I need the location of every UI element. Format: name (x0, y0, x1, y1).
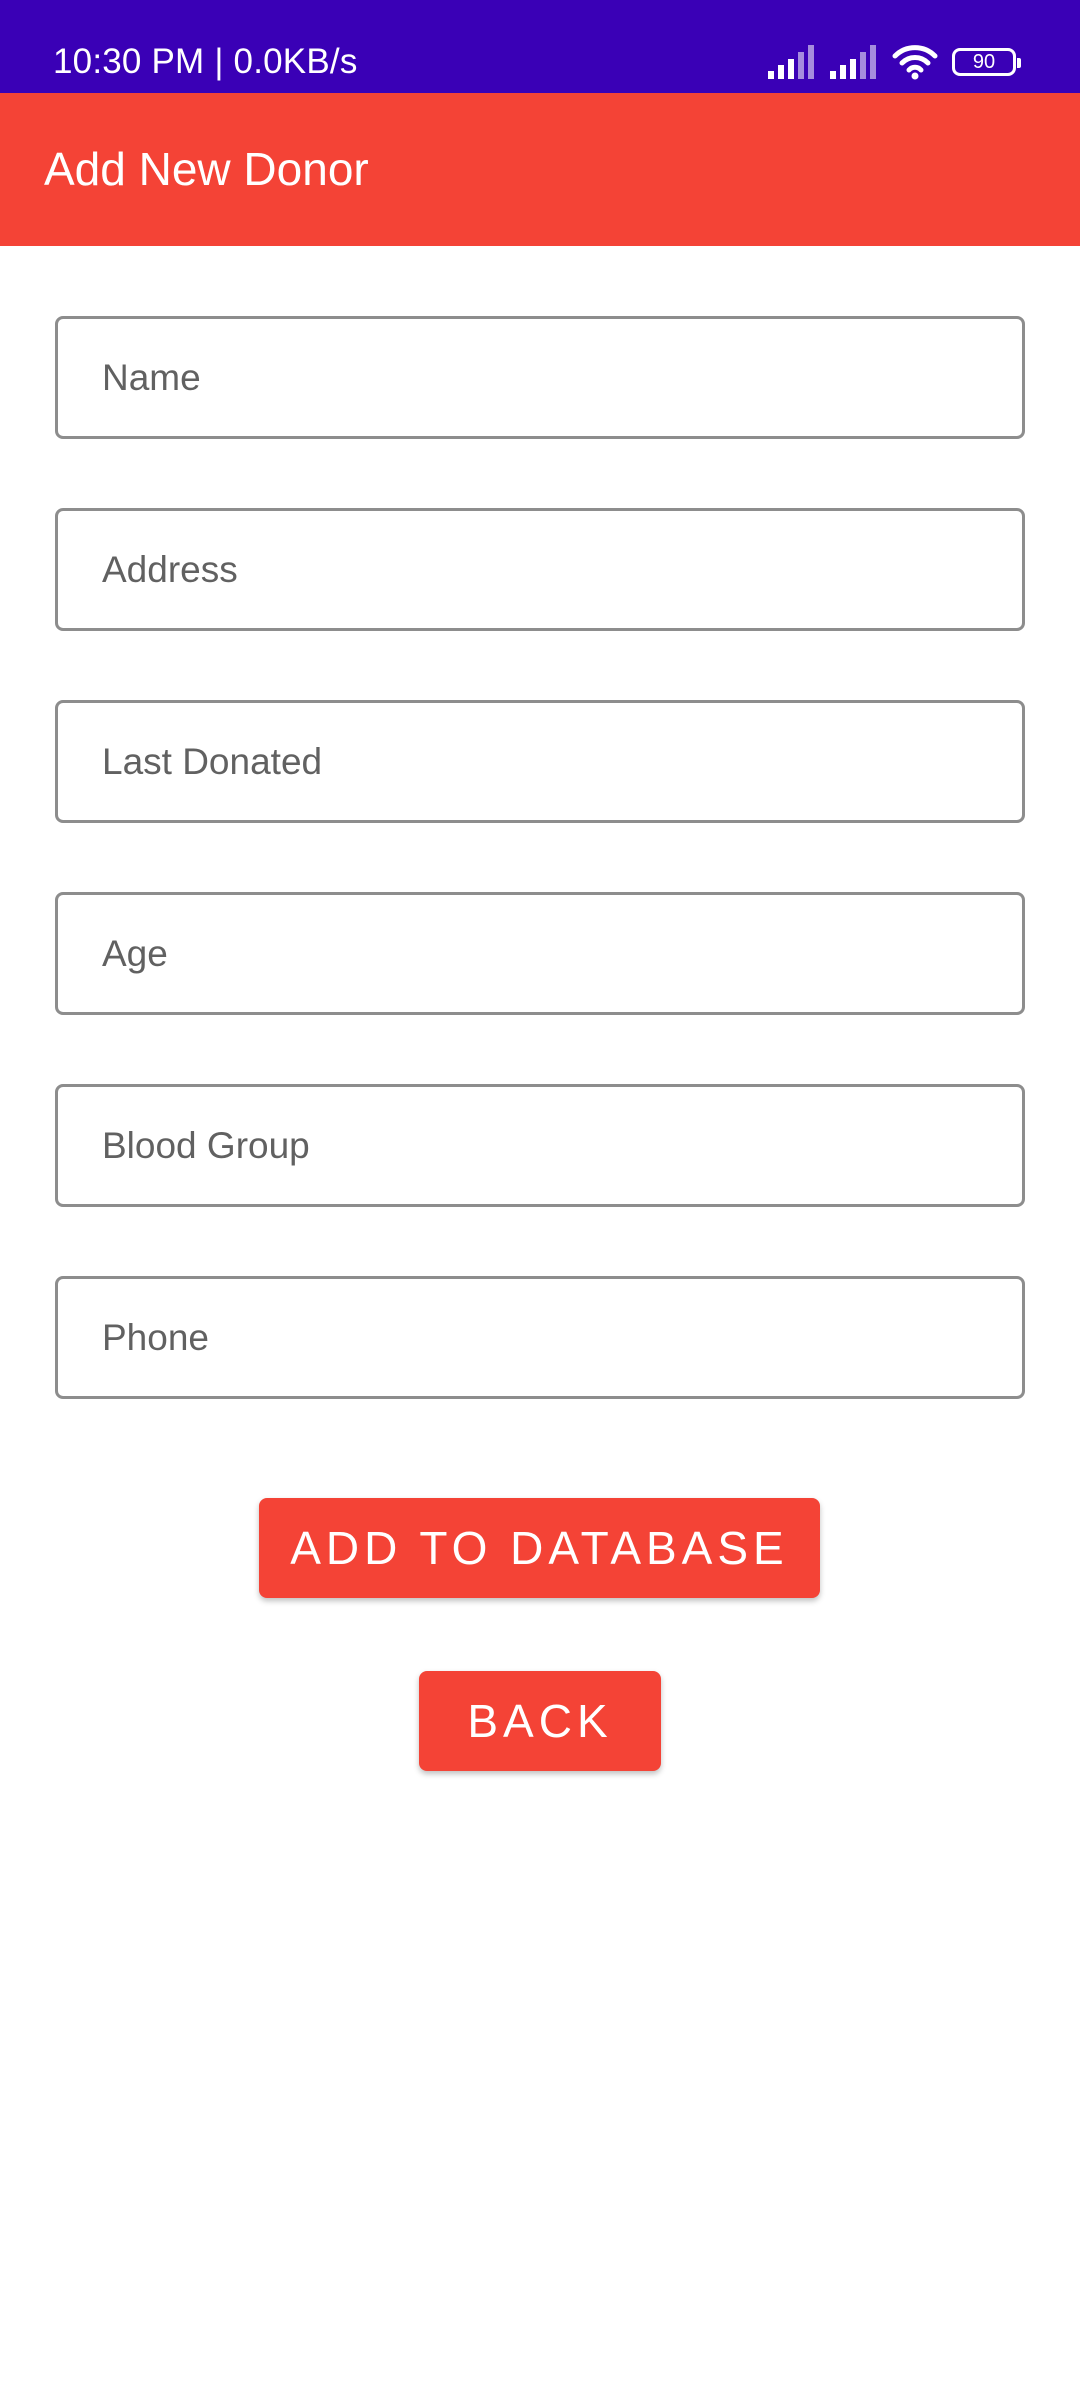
status-bar: 10:30 PM | 0.0KB/s 90 (0, 0, 1080, 93)
add-to-database-button[interactable]: ADD TO DATABASE (259, 1498, 820, 1598)
name-input[interactable] (58, 319, 1022, 436)
age-input[interactable] (58, 895, 1022, 1012)
address-input[interactable] (58, 511, 1022, 628)
app-bar: Add New Donor (0, 93, 1080, 246)
blood-group-input[interactable] (58, 1087, 1022, 1204)
battery-icon: 90 (952, 48, 1021, 76)
last-donated-field[interactable] (55, 700, 1025, 823)
signal-icon (830, 45, 878, 79)
status-icons: 90 (768, 38, 1021, 86)
name-field[interactable] (55, 316, 1025, 439)
phone-field[interactable] (55, 1276, 1025, 1399)
battery-level: 90 (972, 51, 996, 73)
back-button[interactable]: BACK (419, 1671, 661, 1771)
signal-icon (768, 45, 816, 79)
page-title: Add New Donor (44, 143, 369, 195)
phone-input[interactable] (58, 1279, 1022, 1396)
age-field[interactable] (55, 892, 1025, 1015)
wifi-icon (892, 44, 938, 80)
last-donated-input[interactable] (58, 703, 1022, 820)
status-time: 10:30 PM | 0.0KB/s (53, 42, 358, 81)
blood-group-field[interactable] (55, 1084, 1025, 1207)
address-field[interactable] (55, 508, 1025, 631)
